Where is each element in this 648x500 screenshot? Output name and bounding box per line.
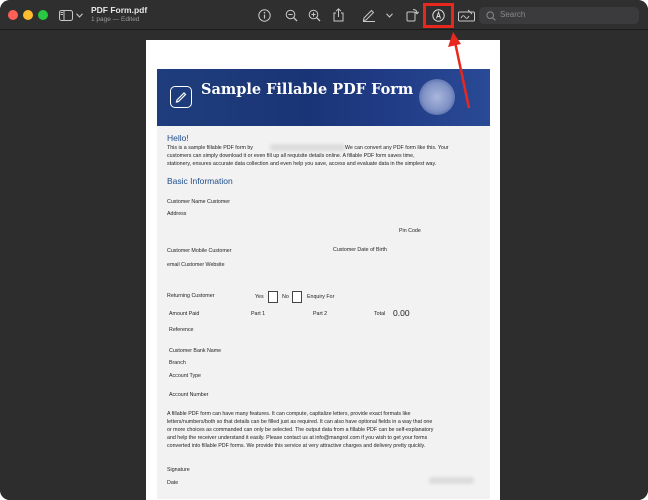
field-part1[interactable]: Part 1 xyxy=(251,310,265,318)
intro-text-line2: customers can simply download it or even… xyxy=(167,153,415,159)
field-pin-code[interactable]: Pin Code xyxy=(399,227,421,235)
chevron-down-icon[interactable] xyxy=(74,6,84,24)
banner-title: Sample Fillable PDF Form xyxy=(201,81,414,98)
sidebar-icon[interactable] xyxy=(58,6,74,24)
field-enquiry-for[interactable]: Enquiry For xyxy=(307,293,334,301)
search-field[interactable]: Search xyxy=(479,7,639,24)
field-account-number[interactable]: Account Number xyxy=(169,391,208,399)
minimize-window-button[interactable] xyxy=(23,10,33,20)
edit-form-icon xyxy=(170,86,192,108)
field-address[interactable]: Address xyxy=(167,210,186,218)
pen-icon[interactable] xyxy=(362,6,376,24)
field-part2[interactable]: Part 2 xyxy=(313,310,327,318)
pdf-page[interactable]: Sample Fillable PDF Form Hello! This is … xyxy=(146,40,500,500)
info-icon[interactable] xyxy=(257,6,271,24)
field-customer-name[interactable]: Customer Name Customer xyxy=(167,198,230,206)
markup-icon[interactable] xyxy=(431,6,446,24)
zoom-out-icon[interactable] xyxy=(284,6,298,24)
zoom-window-button[interactable] xyxy=(38,10,48,20)
field-total-value[interactable]: 0.00 xyxy=(393,308,410,318)
field-date-of-birth[interactable]: Customer Date of Birth xyxy=(333,246,387,254)
field-total-label: Total xyxy=(374,311,386,317)
field-date[interactable]: Date xyxy=(167,479,178,487)
toolbar: PDF Form.pdf 1 page — Edited Search xyxy=(0,0,648,30)
description-line5: converted into fillable PDF forms. We pr… xyxy=(167,443,426,449)
signature-icon[interactable] xyxy=(457,6,475,24)
chevron-down-icon[interactable] xyxy=(384,6,394,24)
description-line1: A fillable PDF form can have many featur… xyxy=(167,411,411,417)
field-signature[interactable]: Signature xyxy=(167,466,190,474)
field-email-website[interactable]: email Customer Website xyxy=(167,261,225,269)
form-banner: Sample Fillable PDF Form xyxy=(157,69,490,126)
blurred-logo xyxy=(419,79,455,115)
checkbox-yes[interactable] xyxy=(268,291,278,303)
close-window-button[interactable] xyxy=(8,10,18,20)
greeting-heading: Hello! xyxy=(167,133,189,143)
field-reference[interactable]: Reference xyxy=(169,326,193,334)
share-icon[interactable] xyxy=(332,6,345,24)
document-subtitle: 1 page — Edited xyxy=(91,16,140,23)
field-mobile[interactable]: Customer Mobile Customer xyxy=(167,247,231,255)
field-account-type[interactable]: Account Type xyxy=(169,372,201,380)
field-branch[interactable]: Branch xyxy=(169,359,186,367)
intro-text-line1b: We can convert any PDF form like this. Y… xyxy=(345,145,449,151)
field-bank-name[interactable]: Customer Bank Name xyxy=(169,347,221,355)
blurred-signature-area xyxy=(429,477,474,484)
description-line3: or more choices as commanded can only be… xyxy=(167,427,434,433)
description-line2: letters/numbers/both so that details can… xyxy=(167,419,433,425)
intro-text-line1a: This is a sample fillable PDF form by xyxy=(167,145,253,151)
search-icon xyxy=(485,10,496,21)
field-amount-paid[interactable]: Amount Paid xyxy=(169,310,199,318)
search-placeholder: Search xyxy=(500,10,526,19)
preview-window: PDF Form.pdf 1 page — Edited Search Samp… xyxy=(0,0,648,500)
rotate-icon[interactable] xyxy=(405,6,419,24)
intro-text-line3: stationery, ensures accurate data collec… xyxy=(167,161,437,167)
document-viewer[interactable]: Sample Fillable PDF Form Hello! This is … xyxy=(0,31,648,500)
zoom-in-icon[interactable] xyxy=(307,6,321,24)
checkbox-no[interactable] xyxy=(292,291,302,303)
section-heading: Basic Information xyxy=(167,176,233,186)
description-line4: and help the receiver understand it easi… xyxy=(167,435,428,441)
checkbox-yes-label: Yes xyxy=(255,294,264,300)
redacted-text xyxy=(270,144,345,151)
field-returning-customer: Returning Customer xyxy=(167,293,215,299)
document-title: PDF Form.pdf xyxy=(91,5,148,15)
checkbox-no-label: No xyxy=(282,294,289,300)
